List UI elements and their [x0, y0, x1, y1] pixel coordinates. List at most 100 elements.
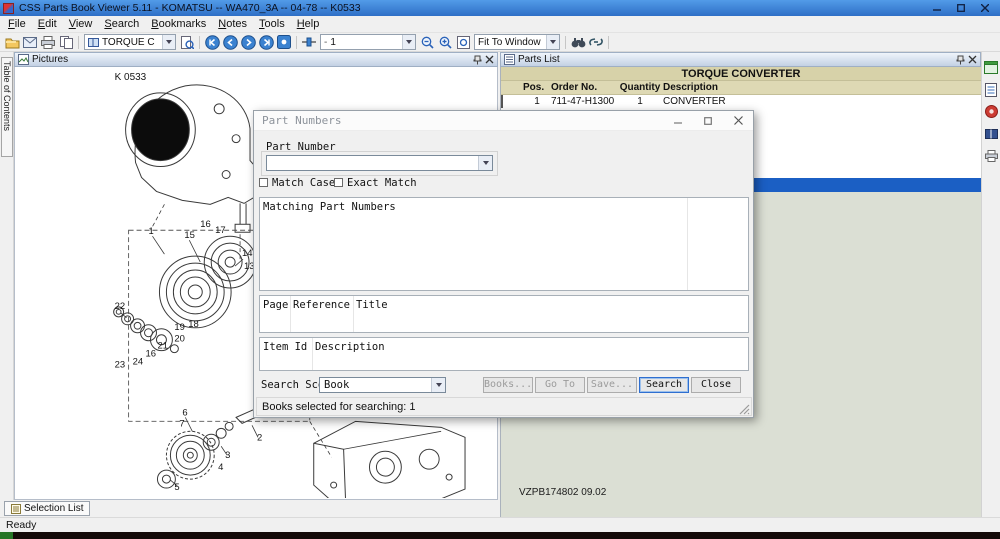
close-panel-icon[interactable]	[485, 55, 494, 64]
dialog-minimize-button[interactable]	[663, 111, 693, 130]
diagram-callout[interactable]: 4	[218, 462, 223, 473]
tab-table-of-contents[interactable]: Table of Contents	[1, 57, 13, 157]
diagram-callout[interactable]: 6	[182, 407, 187, 418]
window-title: CSS Parts Book Viewer 5.11 - KOMATSU -- …	[19, 2, 361, 14]
dialog-titlebar[interactable]: Part Numbers	[254, 111, 753, 131]
diagram-callout[interactable]: 5	[174, 482, 179, 493]
email-button[interactable]	[21, 34, 39, 51]
hotlink-button[interactable]	[587, 34, 605, 51]
part-number-combo[interactable]	[266, 155, 493, 171]
fit-mode-combo[interactable]: Fit To Window	[474, 34, 560, 50]
search-scope-combo[interactable]: Book	[319, 377, 446, 393]
open-book-button[interactable]	[3, 34, 21, 51]
diagram-callout[interactable]: 1	[148, 226, 153, 237]
nav-last-button[interactable]	[257, 34, 275, 51]
zoom-in-icon	[439, 36, 452, 49]
diagram-callout[interactable]: 24	[133, 357, 144, 368]
row-checkbox[interactable]	[501, 95, 503, 108]
goto-page-button[interactable]	[275, 34, 293, 51]
menu-item-notes[interactable]: Notes	[212, 17, 253, 32]
resize-grip[interactable]	[739, 404, 750, 415]
menu-item-tools[interactable]: Tools	[253, 17, 291, 32]
printer-icon	[41, 36, 55, 49]
matching-part-numbers-list[interactable]: Matching Part Numbers	[259, 197, 749, 291]
tab-selection-list[interactable]: Selection List	[4, 501, 90, 516]
diagram-label: K 0533	[115, 72, 147, 83]
books-button[interactable]: Books...	[483, 377, 533, 393]
taskbar[interactable]	[0, 532, 1000, 539]
document-button[interactable]	[983, 81, 1000, 98]
diagram-callout[interactable]: 22	[115, 301, 125, 312]
close-panel-icon[interactable]	[968, 55, 977, 64]
pin-icon[interactable]	[956, 55, 965, 65]
app-statusbar: Ready	[0, 517, 1000, 532]
diagram-callout[interactable]: 14	[242, 248, 253, 259]
find-picture-button[interactable]	[178, 34, 196, 51]
pin-icon[interactable]	[473, 55, 482, 65]
exact-match-checkbox[interactable]	[334, 178, 343, 187]
diagram-callout[interactable]: 7	[179, 418, 184, 429]
diagram-callout[interactable]: 16	[200, 219, 210, 230]
dialog-title: Part Numbers	[262, 114, 341, 127]
menu-item-file[interactable]: File	[2, 17, 32, 32]
menu-item-search[interactable]: Search	[98, 17, 145, 32]
nav-prev-button[interactable]	[221, 34, 239, 51]
pan-button[interactable]	[300, 34, 318, 51]
diagram-callout[interactable]: 20	[174, 334, 185, 345]
zoom-in-button[interactable]	[436, 34, 454, 51]
page-number-value: 1	[330, 37, 400, 48]
fit-button[interactable]	[454, 34, 472, 51]
match-case-checkbox[interactable]	[259, 178, 268, 187]
minimize-button[interactable]	[925, 1, 949, 15]
diagram-callout[interactable]: 19	[174, 322, 185, 333]
pictures-panel-header: Pictures	[14, 52, 498, 67]
menu-item-help[interactable]: Help	[291, 17, 326, 32]
book-selector-combo[interactable]: TORQUE C	[84, 34, 176, 50]
new-window-button[interactable]	[983, 59, 1000, 76]
dialog-close-button[interactable]	[723, 111, 753, 130]
diagram-callout[interactable]: 17	[215, 225, 226, 236]
diagram-callout[interactable]: 21	[157, 341, 168, 352]
save-button[interactable]: Save...	[587, 377, 637, 393]
close-dialog-button[interactable]: Close	[691, 377, 741, 393]
menu-item-view[interactable]: View	[63, 17, 99, 32]
diagram-callout[interactable]: 2	[257, 432, 262, 443]
titlebar[interactable]: CSS Parts Book Viewer 5.11 - KOMATSU -- …	[0, 0, 1000, 16]
toolbar-separator	[78, 36, 79, 49]
table-row[interactable]: 1 711-47-H1300 1 CONVERTER	[501, 95, 981, 109]
diagram-callout[interactable]: 3	[225, 450, 230, 461]
maximize-button[interactable]	[949, 1, 973, 15]
diagram-callout[interactable]: 23	[115, 360, 125, 371]
toolbar-separator	[296, 36, 297, 49]
selection-tab-strip: Selection List	[0, 500, 498, 517]
chevron-down-icon	[402, 35, 415, 49]
chevron-down-icon	[478, 156, 492, 170]
copy-button[interactable]	[57, 34, 75, 51]
menu-item-edit[interactable]: Edit	[32, 17, 63, 32]
nav-next-button[interactable]	[239, 34, 257, 51]
search-button[interactable]: Search	[639, 377, 689, 393]
book-panel-button[interactable]	[983, 125, 1000, 142]
close-button[interactable]	[973, 1, 997, 15]
search-parts-button[interactable]	[569, 34, 587, 51]
page-number-combo[interactable]: - 1	[320, 34, 416, 50]
page-reference-list[interactable]: Page Reference Title	[259, 295, 749, 333]
exact-match-label: Exact Match	[347, 177, 417, 189]
start-button[interactable]	[0, 532, 13, 539]
print-button[interactable]	[39, 34, 57, 51]
item-id-column-header: Item Id	[263, 341, 307, 353]
app-icon	[3, 3, 14, 14]
nav-first-button[interactable]	[203, 34, 221, 51]
print-page-button[interactable]	[983, 147, 1000, 164]
go-to-button[interactable]: Go To	[535, 377, 585, 393]
main-toolbar: TORQUE C - 1	[0, 33, 1000, 52]
zoom-out-button[interactable]	[418, 34, 436, 51]
help-button[interactable]	[983, 103, 1000, 120]
dialog-maximize-button[interactable]	[693, 111, 723, 130]
diagram-callout[interactable]: 15	[184, 230, 195, 241]
menu-item-bookmarks[interactable]: Bookmarks	[145, 17, 212, 32]
item-id-list[interactable]: Item Id Description	[259, 337, 749, 371]
diagram-callout[interactable]: 16	[146, 349, 157, 360]
pictures-panel-title: Pictures	[32, 54, 68, 65]
diagram-callout[interactable]: 18	[188, 319, 199, 330]
